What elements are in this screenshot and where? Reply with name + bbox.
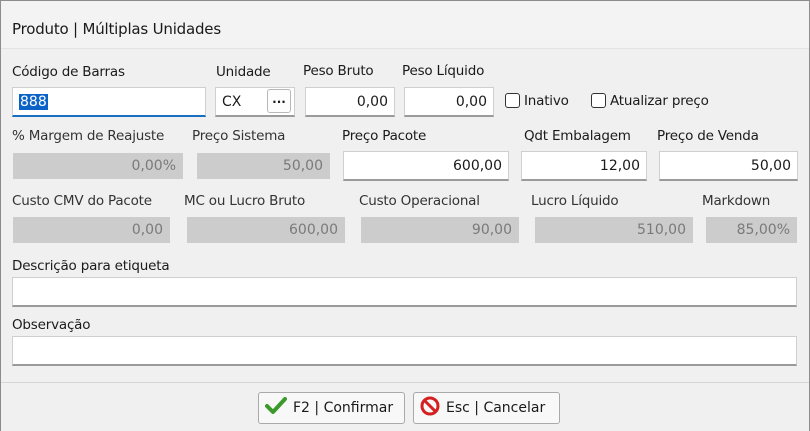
- label-preco-venda: Preço de Venda: [657, 128, 759, 144]
- label-qdt-embalagem: Qdt Embalagem: [524, 128, 631, 144]
- label-custo-cmv: Custo CMV do Pacote: [12, 193, 152, 209]
- unidade-value: CX: [222, 94, 242, 110]
- label-markdown: Markdown: [702, 193, 771, 209]
- preco-sistema-field: 50,00: [197, 153, 330, 179]
- label-observacao: Observação: [12, 317, 91, 333]
- preco-pacote-input[interactable]: 600,00: [343, 151, 509, 181]
- inativo-checkbox[interactable]: [505, 93, 520, 108]
- label-mc-lucro-bruto: MC ou Lucro Bruto: [184, 193, 306, 209]
- peso-bruto-input[interactable]: 0,00: [305, 87, 395, 117]
- cancel-button-label: Esc | Cancelar: [446, 400, 546, 416]
- mc-lucro-bruto-field: 600,00: [187, 217, 345, 243]
- codigo-barras-input[interactable]: 888: [12, 87, 206, 117]
- no-entry-icon: [420, 396, 440, 420]
- label-descricao-etiqueta: Descrição para etiqueta: [12, 258, 170, 274]
- label-codigo-barras: Código de Barras: [12, 64, 125, 80]
- confirm-button-label: F2 | Confirmar: [293, 400, 394, 416]
- codigo-barras-value: 888: [19, 94, 48, 110]
- confirm-button[interactable]: F2 | Confirmar: [258, 392, 405, 424]
- lucro-liquido-field: 510,00: [535, 217, 693, 243]
- preco-venda-input[interactable]: 50,00: [659, 151, 798, 181]
- title-bar: Produto | Múltiplas Unidades: [1, 1, 809, 49]
- qdt-embalagem-input[interactable]: 12,00: [521, 151, 647, 181]
- label-lucro-liquido: Lucro Líquido: [531, 193, 619, 209]
- label-preco-pacote: Preço Pacote: [342, 128, 427, 144]
- check-icon: [265, 397, 287, 419]
- window-title: Produto | Múltiplas Unidades: [12, 20, 221, 38]
- label-unidade: Unidade: [216, 64, 271, 80]
- peso-liquido-input[interactable]: 0,00: [404, 87, 494, 117]
- unidade-lookup-button[interactable]: ...: [267, 89, 291, 113]
- atualizar-preco-checkbox[interactable]: [591, 93, 606, 108]
- label-custo-operacional: Custo Operacional: [359, 193, 480, 209]
- margem-reajuste-field: 0,00%: [13, 153, 183, 179]
- custo-cmv-field: 0,00: [13, 217, 170, 243]
- label-margem-reajuste: % Margem de Reajuste: [12, 128, 165, 144]
- label-inativo[interactable]: Inativo: [524, 93, 569, 109]
- label-atualizar-preco[interactable]: Atualizar preço: [610, 93, 709, 109]
- cancel-button[interactable]: Esc | Cancelar: [413, 392, 560, 424]
- dialog-window: Produto | Múltiplas Unidades Código de B…: [0, 0, 810, 431]
- descricao-etiqueta-input[interactable]: [12, 277, 797, 307]
- label-peso-bruto: Peso Bruto: [303, 63, 374, 79]
- button-bar: F2 | Confirmar Esc | Cancelar: [1, 382, 809, 431]
- label-peso-liquido: Peso Líquido: [402, 63, 485, 79]
- markdown-field: 85,00%: [706, 217, 797, 243]
- observacao-input[interactable]: [12, 336, 797, 366]
- custo-operacional-field: 90,00: [361, 217, 519, 243]
- label-preco-sistema: Preço Sistema: [192, 128, 286, 144]
